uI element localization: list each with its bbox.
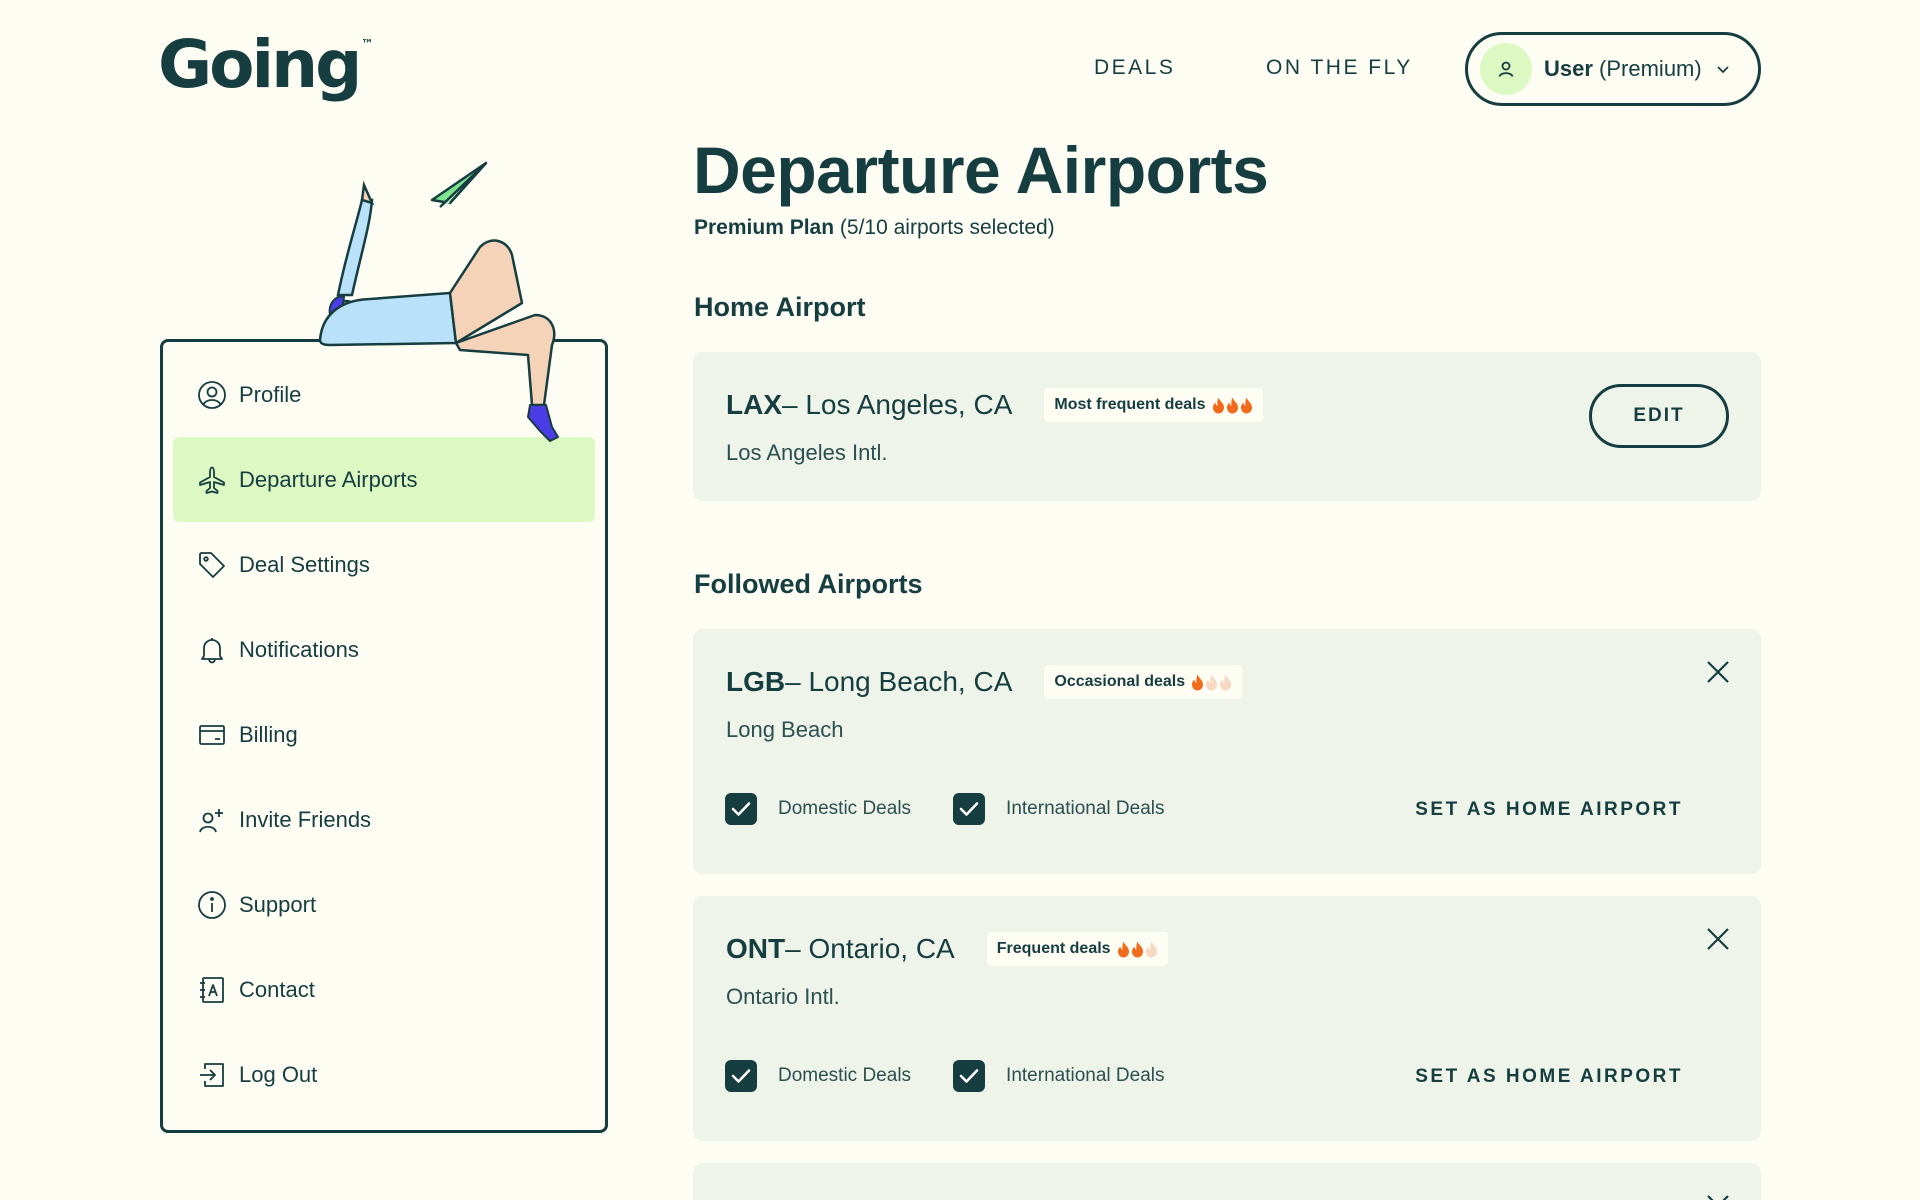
international-deals-label: International Deals bbox=[1006, 798, 1165, 819]
checkmark-icon bbox=[731, 802, 751, 816]
followed-airports-heading: Followed Airports bbox=[694, 569, 923, 599]
airplane-icon bbox=[197, 465, 227, 495]
remove-airport-button[interactable] bbox=[1703, 924, 1733, 954]
sidebar-item-label: Log Out bbox=[239, 1061, 318, 1087]
sidebar-item-billing[interactable]: Billing bbox=[173, 692, 595, 777]
home-airport-heading: Home Airport bbox=[694, 292, 866, 322]
sidebar-nav: Profile Departure Airports Deal Settings… bbox=[160, 339, 608, 1133]
credit-card-icon bbox=[197, 720, 227, 750]
sidebar-item-notifications[interactable]: Notifications bbox=[173, 607, 595, 692]
edit-home-airport-button[interactable]: EDIT bbox=[1589, 384, 1729, 448]
domestic-deals-label: Domestic Deals bbox=[778, 798, 912, 819]
going-logo[interactable]: Going ™ bbox=[158, 32, 373, 98]
checkmark-icon bbox=[959, 802, 979, 816]
home-airport-card: LAX – Los Angeles, CA Most frequent deal… bbox=[693, 352, 1761, 501]
sidebar-item-label: Deal Settings bbox=[239, 551, 370, 577]
plan-summary: Premium Plan (5/10 airports selected) bbox=[694, 216, 1055, 239]
set-as-home-airport-button[interactable]: SET AS HOME AIRPORT bbox=[1415, 799, 1683, 821]
followed-airport-card: ONT – Ontario, CA Frequent deals Ontario… bbox=[693, 896, 1761, 1141]
set-as-home-airport-button[interactable]: SET AS HOME AIRPORT bbox=[1415, 1066, 1683, 1088]
airport-title: LAX – Los Angeles, CA Most frequent deal… bbox=[726, 388, 1263, 422]
international-deals-checkbox[interactable] bbox=[953, 793, 986, 825]
chevron-down-icon bbox=[1717, 66, 1729, 74]
deal-frequency-badge: Frequent deals bbox=[986, 932, 1168, 966]
flame-icon bbox=[1206, 674, 1218, 690]
avatar bbox=[1480, 43, 1532, 95]
sidebar-item-label: Departure Airports bbox=[239, 466, 418, 492]
sidebar-item-label: Invite Friends bbox=[239, 806, 372, 832]
remove-airport-button[interactable] bbox=[1703, 657, 1733, 687]
sidebar-item-contact[interactable]: Contact bbox=[173, 947, 595, 1032]
followed-airport-card: LGB – Long Beach, CA Occasional deals Lo… bbox=[693, 629, 1761, 874]
user-icon bbox=[1498, 61, 1514, 77]
domestic-deals-checkbox[interactable] bbox=[725, 1060, 757, 1092]
flame-icon bbox=[1226, 397, 1238, 413]
flame-rating bbox=[1117, 941, 1158, 958]
deal-frequency-badge: Occasional deals bbox=[1044, 665, 1243, 699]
deal-frequency-badge: Most frequent deals bbox=[1044, 388, 1263, 422]
international-deals-label: International Deals bbox=[1006, 1065, 1165, 1086]
address-book-icon bbox=[197, 975, 227, 1005]
deal-type-options: Domestic Deals International Deals bbox=[725, 1060, 1164, 1092]
deal-type-options: Domestic Deals International Deals bbox=[725, 793, 1164, 825]
sidebar-item-label: Notifications bbox=[239, 636, 359, 662]
sidebar-item-label: Profile bbox=[239, 381, 302, 407]
sidebar-item-label: Support bbox=[239, 891, 317, 917]
paper-plane-icon bbox=[430, 161, 488, 208]
flame-icon bbox=[1220, 674, 1232, 690]
sidebar-item-log-out[interactable]: Log Out bbox=[173, 1032, 595, 1117]
airport-title: LGB – Long Beach, CA Occasional deals bbox=[726, 665, 1243, 699]
sidebar-item-departure-airports[interactable]: Departure Airports bbox=[173, 437, 595, 522]
user-menu-button[interactable]: User (Premium) bbox=[1465, 32, 1761, 106]
sidebar-item-label: Billing bbox=[239, 721, 298, 747]
tag-icon bbox=[197, 550, 227, 580]
flame-icon bbox=[1131, 941, 1143, 957]
user-circle-icon bbox=[197, 380, 227, 410]
checkmark-icon bbox=[959, 1069, 979, 1083]
sidebar-item-profile[interactable]: Profile bbox=[173, 352, 595, 437]
domestic-deals-label: Domestic Deals bbox=[778, 1065, 912, 1086]
flame-icon bbox=[1240, 397, 1252, 413]
bell-icon bbox=[197, 635, 227, 665]
flame-rating bbox=[1212, 397, 1253, 414]
flame-icon bbox=[1192, 674, 1204, 690]
international-deals-checkbox[interactable] bbox=[953, 1060, 986, 1092]
airport-name: Los Angeles Intl. bbox=[726, 440, 888, 465]
sidebar-item-support[interactable]: Support bbox=[173, 862, 595, 947]
airport-name: Long Beach bbox=[726, 717, 844, 742]
airport-title: ONT – Ontario, CA Frequent deals bbox=[726, 932, 1168, 966]
sidebar-item-deal-settings[interactable]: Deal Settings bbox=[173, 522, 595, 607]
flame-icon bbox=[1212, 397, 1224, 413]
user-label: User (Premium) bbox=[1544, 56, 1702, 81]
nav-deals-link[interactable]: DEALS bbox=[1094, 56, 1175, 80]
sidebar-item-label: Contact bbox=[239, 976, 315, 1002]
followed-airport-card bbox=[693, 1163, 1761, 1200]
page-title: Departure Airports bbox=[693, 133, 1269, 207]
logout-icon bbox=[197, 1060, 227, 1090]
airport-name: Ontario Intl. bbox=[726, 984, 840, 1009]
flame-rating bbox=[1191, 674, 1232, 691]
checkmark-icon bbox=[731, 1069, 751, 1083]
remove-airport-button[interactable] bbox=[1703, 1191, 1733, 1200]
domestic-deals-checkbox[interactable] bbox=[725, 793, 757, 825]
flame-icon bbox=[1117, 941, 1129, 957]
close-icon bbox=[1707, 661, 1729, 683]
flame-icon bbox=[1145, 941, 1157, 957]
user-plus-icon bbox=[197, 805, 227, 835]
close-icon bbox=[1707, 1195, 1729, 1200]
close-icon bbox=[1707, 928, 1729, 950]
info-icon bbox=[197, 890, 227, 920]
nav-on-the-fly-link[interactable]: ON THE FLY bbox=[1266, 56, 1413, 80]
sidebar-item-invite-friends[interactable]: Invite Friends bbox=[173, 777, 595, 862]
